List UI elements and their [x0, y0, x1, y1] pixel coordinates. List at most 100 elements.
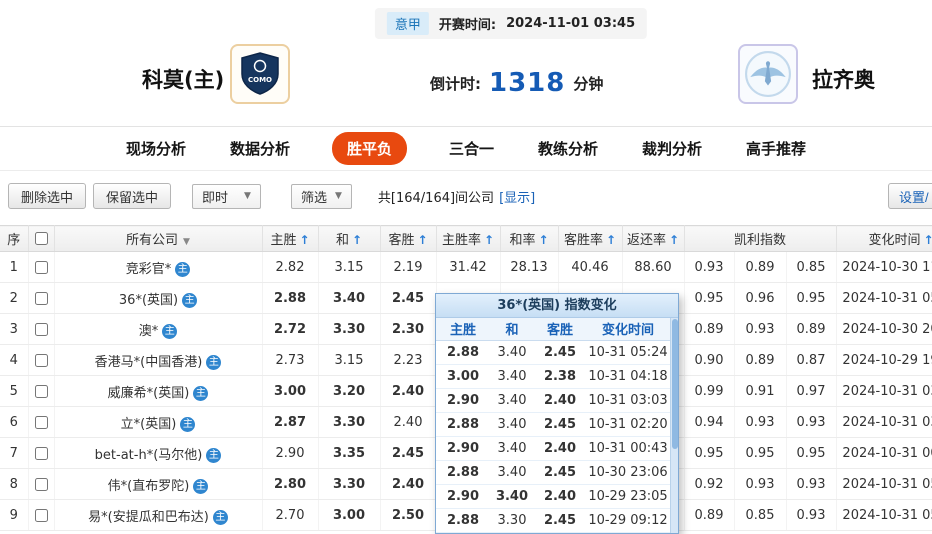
popup-change-time: 10-31 04:18: [586, 364, 670, 389]
popup-draw-odds: 3.40: [490, 364, 534, 389]
company-name[interactable]: 伟*(直布罗陀) 主: [54, 468, 263, 500]
home-odds: 3.00: [262, 375, 319, 407]
row-checkbox[interactable]: [34, 446, 48, 460]
odds-comparison-page: { "header": { "league": "意甲", "start_lab…: [0, 0, 932, 534]
row-seq: 7: [0, 437, 29, 469]
col-draw-rate[interactable]: 和率 ↑: [500, 225, 559, 252]
tab-现场分析[interactable]: 现场分析: [124, 132, 188, 165]
primary-badge-icon: 主: [193, 385, 209, 401]
row-checkbox[interactable]: [34, 353, 48, 367]
col-return-rate[interactable]: 返还率 ↑: [622, 225, 685, 252]
primary-badge-icon: 主: [193, 478, 209, 494]
kelly-value: 0.95: [684, 282, 735, 314]
col-home-rate[interactable]: 主胜率 ↑: [436, 225, 501, 252]
row-seq: 2: [0, 282, 29, 314]
company-name[interactable]: bet-at-h*(马尔他) 主: [54, 437, 263, 469]
sort-up-icon: ↑: [417, 233, 428, 247]
home-odds: 2.80: [262, 468, 319, 500]
home-odds: 2.70: [262, 499, 319, 531]
row-checkbox[interactable]: [34, 291, 48, 305]
sort-up-icon: ↑: [668, 233, 680, 247]
select-all-checkbox[interactable]: [34, 232, 48, 245]
away-team-name: 拉齐奥: [812, 68, 875, 92]
row-checkbox-cell: [28, 251, 55, 283]
row-checkbox[interactable]: [34, 477, 48, 491]
col-change-time[interactable]: 变化时间 ↑: [836, 225, 932, 252]
como-crest-icon: COMO: [241, 52, 279, 95]
tab-教练分析[interactable]: 教练分析: [536, 132, 600, 165]
kelly-value: 0.99: [684, 375, 735, 407]
col-draw-odds[interactable]: 和 ↑: [318, 225, 381, 252]
tab-数据分析[interactable]: 数据分析: [228, 132, 292, 165]
col-away-odds[interactable]: 客胜 ↑: [380, 225, 437, 252]
col-kelly-index[interactable]: 凯利指数: [684, 225, 837, 252]
delete-selected-button[interactable]: 删除选中: [8, 183, 87, 209]
home-team-logo: COMO: [230, 44, 290, 104]
row-checkbox-cell: [28, 499, 55, 531]
row-seq: 9: [0, 499, 29, 531]
filter-dropdown[interactable]: 筛选 ▼: [290, 183, 352, 209]
match-header: 意甲 开赛时间: 2024-11-01 03:45 科莫(主) COMO 倒计时…: [0, 0, 932, 127]
row-seq: 1: [0, 251, 29, 283]
popup-scrollbar[interactable]: [670, 318, 678, 533]
settings-button[interactable]: 设置/: [888, 183, 932, 209]
row-checkbox-cell: [28, 468, 55, 500]
change-time: 2024-10-31 05:31: [836, 499, 932, 531]
company-count-value: 共[164/164]间公司: [377, 190, 495, 206]
popup-home-odds: 2.88: [436, 460, 490, 485]
row-checkbox-cell: [28, 406, 55, 438]
company-name[interactable]: 立*(英国) 主: [54, 406, 263, 438]
col-company[interactable]: 所有公司 ▼: [54, 225, 263, 252]
tab-三合一[interactable]: 三合一: [447, 132, 496, 165]
tab-胜平负[interactable]: 胜平负: [331, 132, 407, 165]
keep-selected-button[interactable]: 保留选中: [93, 183, 172, 209]
primary-badge-icon: 主: [180, 416, 196, 432]
row-checkbox[interactable]: [34, 384, 48, 398]
row-checkbox[interactable]: [34, 260, 48, 274]
away-odds: 2.45: [380, 282, 437, 314]
company-name[interactable]: 澳* 主: [54, 313, 263, 345]
kelly-value: 0.89: [684, 499, 735, 531]
col-home-odds[interactable]: 主胜 ↑: [262, 225, 319, 252]
company-name[interactable]: 竞彩官* 主: [54, 251, 263, 283]
home-odds: 2.72: [262, 313, 319, 345]
scrollbar-thumb[interactable]: [672, 319, 678, 449]
change-time: 2024-10-31 05:34: [836, 468, 932, 500]
show-link[interactable]: [显示]: [499, 191, 535, 206]
row-checkbox[interactable]: [34, 508, 48, 522]
row-checkbox[interactable]: [34, 415, 48, 429]
tab-高手推荐[interactable]: 高手推荐: [744, 132, 808, 165]
instant-dropdown[interactable]: 即时 ▼: [192, 183, 261, 209]
company-name[interactable]: 易*(安提瓜和巴布达) 主: [54, 499, 263, 531]
sort-up-icon: ↑: [299, 233, 310, 247]
kelly-value: 0.95: [786, 282, 837, 314]
instant-dropdown-label: 即时: [202, 190, 229, 206]
kelly-value: 0.85: [786, 251, 837, 283]
tab-裁判分析[interactable]: 裁判分析: [640, 132, 704, 165]
table-row: 1 竞彩官* 主 2.82 3.15 2.19 31.42 28.13 40.46 88.60 0.…: [0, 251, 932, 283]
draw-rate: 28.13: [500, 251, 559, 283]
col-company-label: 所有公司: [126, 233, 179, 248]
kelly-value: 0.94: [684, 406, 735, 438]
kelly-value: 0.91: [734, 375, 787, 407]
popup-away-odds: 2.38: [534, 364, 586, 389]
company-name[interactable]: 36*(英国) 主: [54, 282, 263, 314]
primary-badge-icon: 主: [212, 509, 228, 525]
company-name[interactable]: 威廉希*(英国) 主: [54, 375, 263, 407]
row-checkbox[interactable]: [34, 322, 48, 336]
popup-change-time: 10-31 03:03: [586, 388, 670, 413]
countdown-value: 1318: [489, 68, 566, 98]
company-name[interactable]: 香港马*(中国香港) 主: [54, 344, 263, 376]
col-away-rate[interactable]: 客胜率 ↑: [558, 225, 623, 252]
popup-change-time: 10-29 23:05: [586, 484, 670, 509]
home-team-name: 科莫(主): [142, 68, 225, 92]
home-odds: 2.90: [262, 437, 319, 469]
popup-row: 2.88 3.40 2.45 10-31 05:24: [436, 340, 670, 365]
away-team-logo: [738, 44, 798, 104]
popup-home-odds: 2.90: [436, 484, 490, 509]
countdown-unit: 分钟: [573, 74, 604, 93]
kelly-value: 0.87: [786, 344, 837, 376]
league-badge: 意甲: [386, 12, 429, 35]
svg-text:COMO: COMO: [248, 76, 272, 84]
popup-draw-odds: 3.40: [490, 436, 534, 461]
